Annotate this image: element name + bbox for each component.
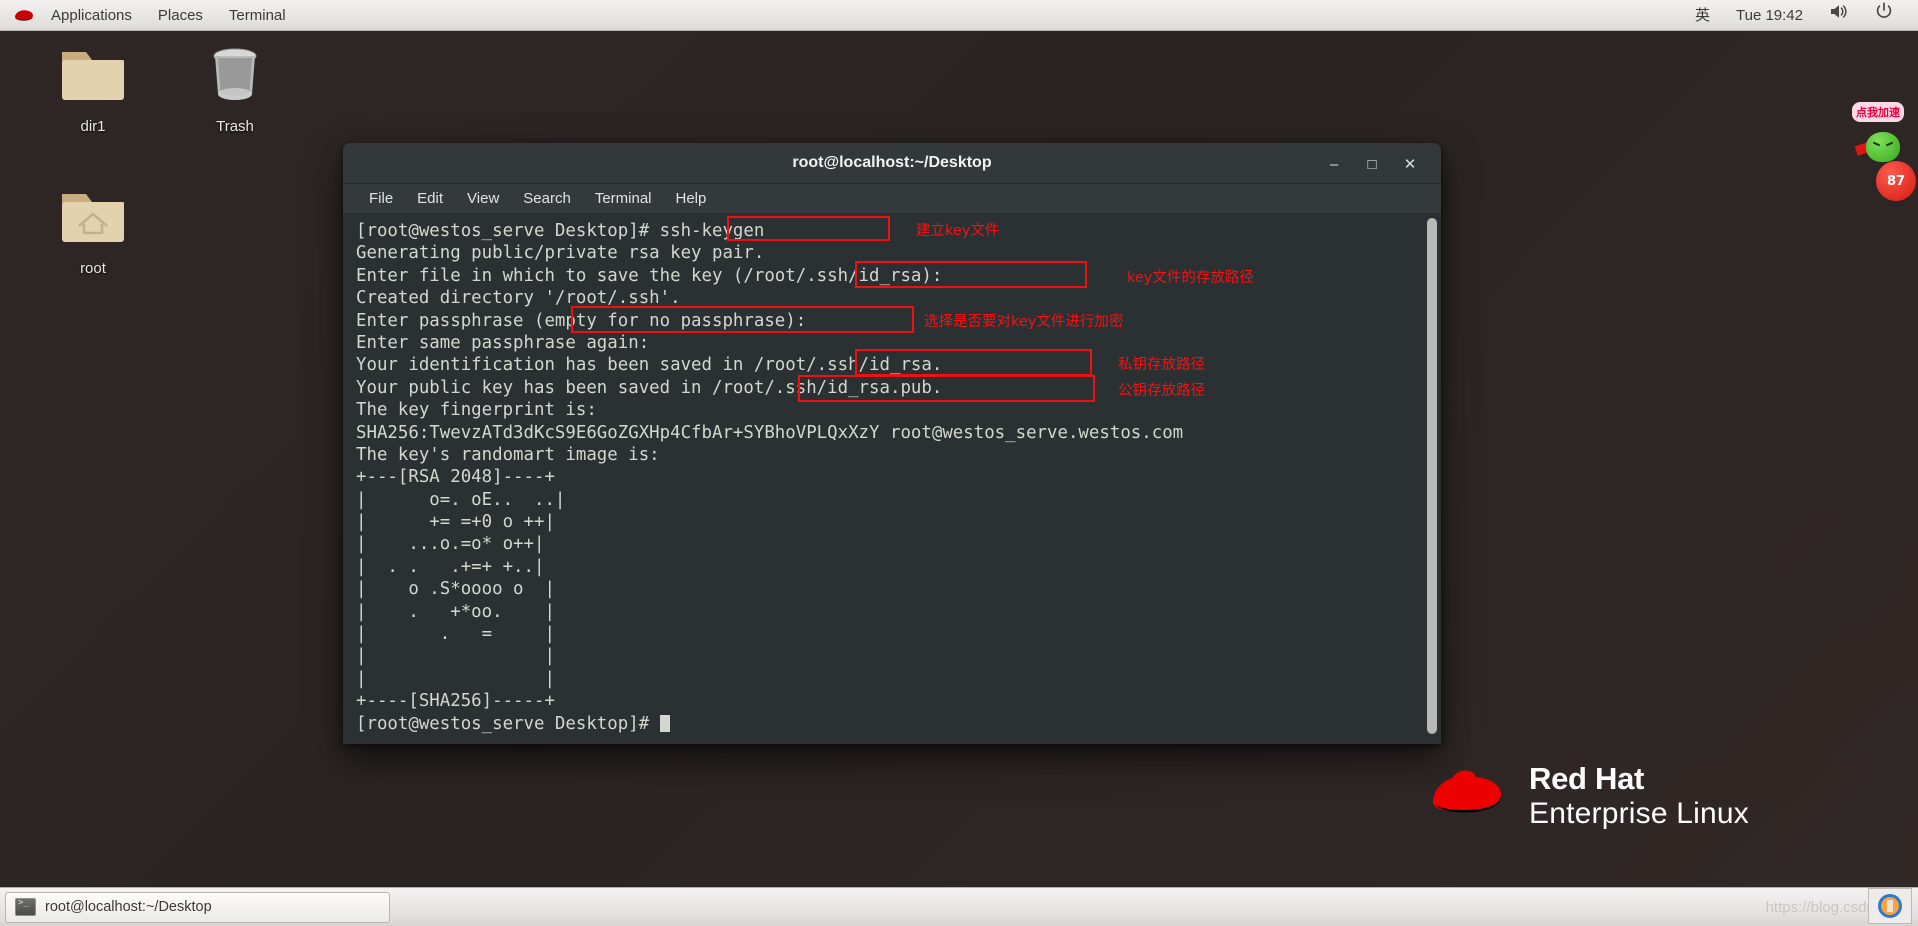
terminal-icon: [15, 898, 36, 916]
terminal-line: Enter file in which to save the key (/ro…: [356, 265, 943, 286]
menu-edit[interactable]: Edit: [405, 184, 455, 214]
terminal-line: | . = |: [356, 624, 555, 645]
places-menu[interactable]: Places: [145, 0, 216, 31]
menu-terminal[interactable]: Terminal: [583, 184, 664, 214]
desktop-icon-label: dir1: [80, 118, 106, 135]
redhat-fedora-logo-icon: [1425, 762, 1513, 829]
terminal-line: [root@westos_serve Desktop]# ssh-keygen: [356, 221, 765, 241]
taskbar-window-label: root@localhost:~/Desktop: [45, 899, 212, 915]
floating-ad-widget[interactable]: 点我加速 87: [1852, 96, 1918, 201]
terminal-scrollbar[interactable]: [1427, 218, 1437, 734]
terminal-output: [root@westos_serve Desktop]# ssh-keygen G…: [356, 220, 1183, 735]
terminal-line: | o .S*oooo o |: [356, 579, 555, 600]
terminal-line: | |: [356, 646, 555, 667]
top-panel-right: 英 Tue 19:42: [1682, 0, 1918, 31]
desktop-icon-root[interactable]: root: [39, 184, 147, 278]
terminal-line: Created directory '/root/.ssh'.: [356, 288, 681, 309]
desktop-icon-dir1[interactable]: dir1: [39, 42, 147, 136]
scrollbar-thumb[interactable]: [1427, 218, 1437, 734]
terminal-line: | . +*oo. |: [356, 601, 555, 622]
terminal-line: SHA256:TwevzATd3dKcS9E6GoZGXHp4CfbAr+SYB…: [356, 422, 1184, 443]
terminal-line: Generating public/private rsa key pair.: [356, 243, 765, 264]
menu-search[interactable]: Search: [511, 184, 583, 214]
terminal-line: Enter passphrase (empty for no passphras…: [356, 310, 807, 331]
top-panel: Applications Places Terminal 英 Tue 19:42: [0, 0, 1918, 31]
close-button[interactable]: ✕: [1397, 151, 1423, 177]
menu-file[interactable]: File: [357, 184, 405, 214]
terminal-line: | += =+0 o ++|: [356, 512, 555, 533]
menu-view[interactable]: View: [455, 184, 511, 214]
ad-badge[interactable]: 87: [1876, 161, 1916, 201]
terminal-line: | o=. oE.. ..|: [356, 489, 566, 510]
brand-line-1: Red Hat: [1529, 760, 1645, 796]
volume-icon[interactable]: [1816, 0, 1862, 31]
input-method-indicator[interactable]: 英: [1682, 0, 1723, 31]
folder-icon: [39, 42, 147, 114]
terminal-line: Your public key has been saved in /root/…: [356, 377, 943, 398]
desktop-icon-trash[interactable]: Trash: [181, 42, 289, 136]
taskbar: root@localhost:~/Desktop https://blog.cs…: [0, 887, 1918, 926]
brand-line-2: Enterprise Linux: [1529, 796, 1749, 830]
applications-menu[interactable]: Applications: [38, 0, 145, 31]
desktop-icon-label: Trash: [216, 118, 254, 135]
terminal-line: The key fingerprint is:: [356, 400, 597, 421]
taskbar-window-button[interactable]: root@localhost:~/Desktop: [5, 891, 390, 923]
terminal-body[interactable]: [root@westos_serve Desktop]# ssh-keygen G…: [343, 214, 1441, 744]
home-folder-icon: [39, 184, 147, 256]
trash-icon: [181, 42, 289, 114]
terminal-line: | . . .+=+ +..|: [356, 556, 545, 577]
terminal-line: | ...o.=o* o++|: [356, 534, 545, 555]
terminal-cursor: [659, 714, 670, 732]
maximize-button[interactable]: □: [1359, 151, 1385, 177]
terminal-line: Your identification has been saved in /r…: [356, 355, 943, 376]
terminal-line: +----[SHA256]-----+: [356, 691, 555, 712]
rhel-wordmark: Red Hat Enterprise Linux: [1529, 763, 1749, 829]
terminal-menu[interactable]: Terminal: [216, 0, 299, 31]
clock[interactable]: Tue 19:42: [1723, 0, 1816, 31]
terminal-menu-bar: File Edit View Search Terminal Help: [343, 184, 1441, 214]
redhat-logo-icon[interactable]: [12, 6, 36, 24]
terminal-line: Enter same passphrase again:: [356, 332, 650, 353]
desktop[interactable]: Applications Places Terminal 英 Tue 19:42: [0, 0, 1918, 926]
green-mascot-icon: [1866, 132, 1900, 162]
rhel-branding: Red Hat Enterprise Linux: [1425, 762, 1749, 829]
power-icon[interactable]: [1862, 0, 1906, 31]
terminal-title-bar[interactable]: root@localhost:~/Desktop – □ ✕: [343, 143, 1441, 184]
window-title: root@localhost:~/Desktop: [792, 154, 992, 171]
terminal-line: +---[RSA 2048]----+: [356, 467, 555, 488]
ad-bubble-text[interactable]: 点我加速: [1852, 102, 1904, 122]
terminal-line: [root@westos_serve Desktop]#: [356, 713, 1183, 735]
minimize-button[interactable]: –: [1321, 151, 1347, 177]
terminal-line: The key's randomart image is:: [356, 444, 660, 465]
tray-icon[interactable]: [1868, 888, 1912, 924]
desktop-icon-label: root: [80, 260, 106, 277]
menu-help[interactable]: Help: [664, 184, 719, 214]
terminal-window[interactable]: root@localhost:~/Desktop – □ ✕ File Edit…: [343, 143, 1441, 744]
terminal-line: | |: [356, 668, 555, 689]
